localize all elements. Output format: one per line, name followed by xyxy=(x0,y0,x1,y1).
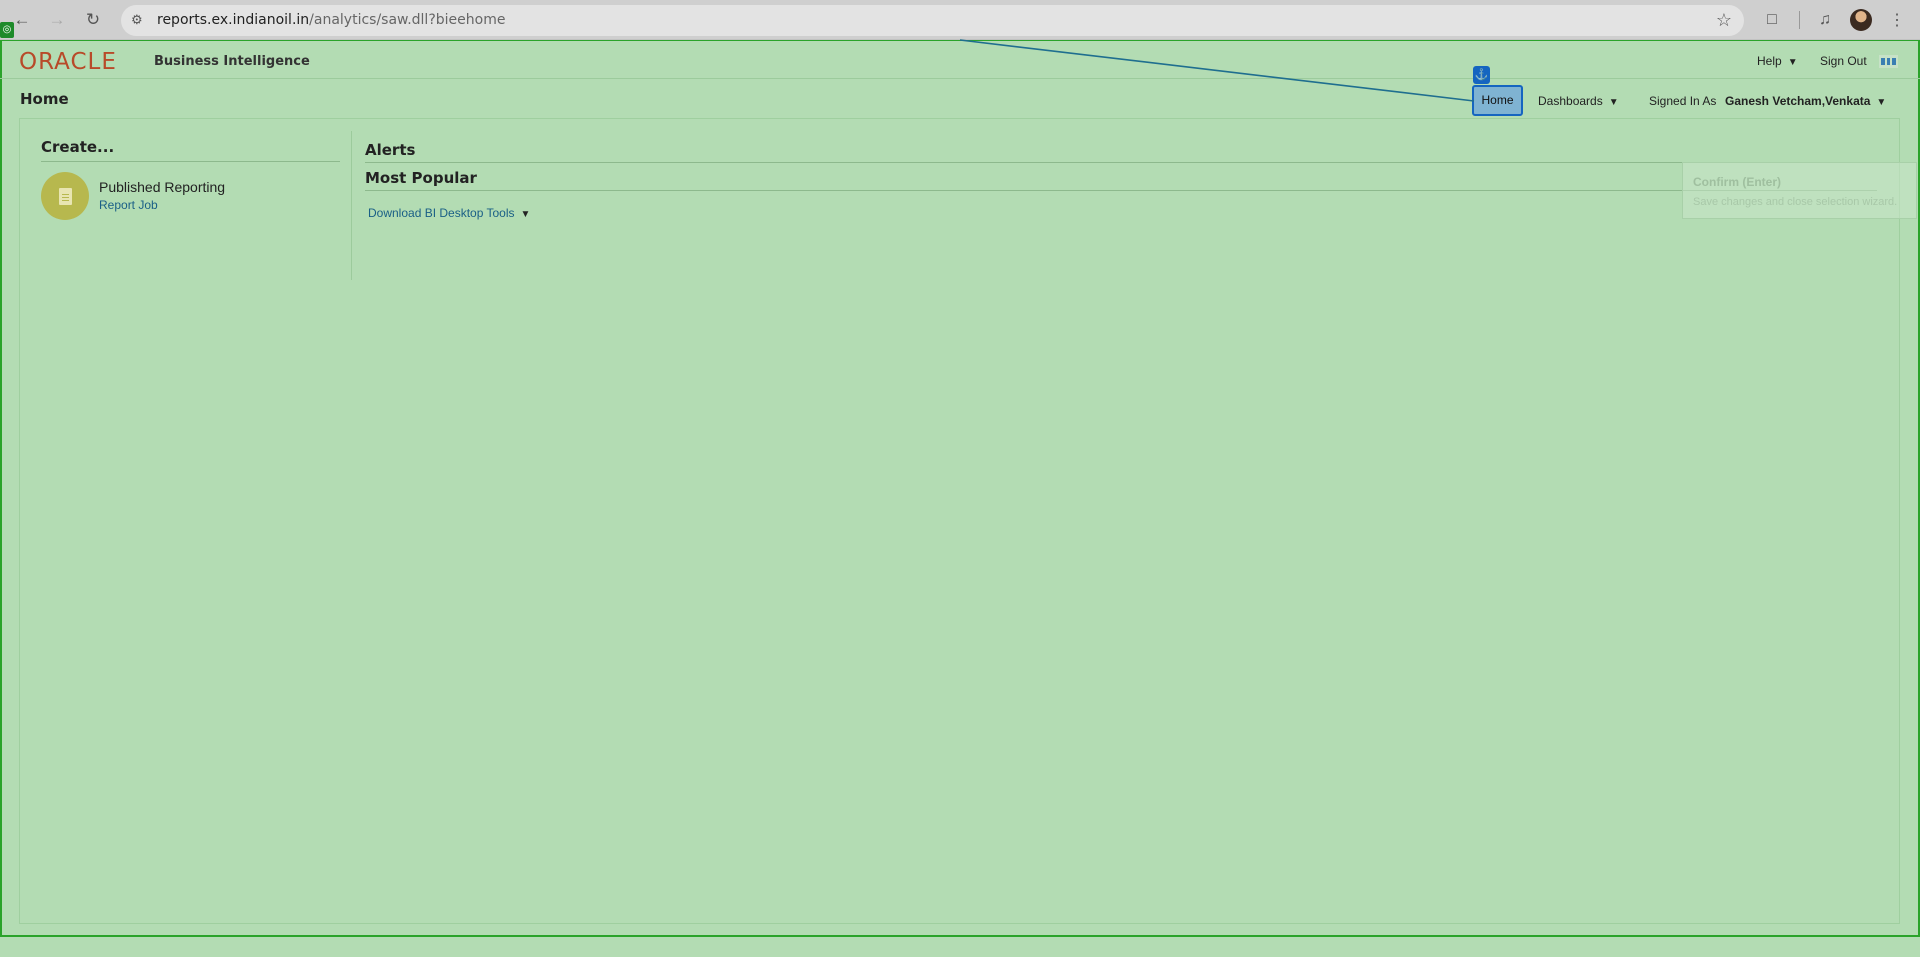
help-menu[interactable]: Help ▼ xyxy=(1757,54,1798,68)
most-popular-heading: Most Popular xyxy=(365,169,477,187)
chevron-down-icon: ▼ xyxy=(1787,57,1798,68)
url-text[interactable]: reports.ex.indianoil.in/analytics/saw.dl… xyxy=(157,12,505,28)
home-nav-button[interactable]: Home xyxy=(1472,85,1523,116)
forward-icon[interactable]: → xyxy=(45,8,69,32)
create-heading: Create... xyxy=(41,138,115,156)
anchor-icon: ⚓ xyxy=(1473,66,1490,84)
alerts-divider xyxy=(365,162,1877,163)
url-host: reports.ex.indianoil.in xyxy=(157,12,310,28)
tooltip-subtitle: Save changes and close selection wizard. xyxy=(1693,196,1898,208)
faded-tooltip: Confirm (Enter) Save changes and close s… xyxy=(1682,162,1917,219)
toolbar-divider xyxy=(1799,11,1800,29)
sign-out-link[interactable]: Sign Out xyxy=(1820,54,1867,68)
bookmark-star-icon[interactable]: ☆ xyxy=(1716,10,1732,31)
url-path: /analytics/saw.dll?bieehome xyxy=(309,12,506,28)
most-popular-divider xyxy=(365,190,1877,191)
apps-grid-icon[interactable] xyxy=(1879,55,1898,68)
dashboards-menu[interactable]: Dashboards ▼ xyxy=(1538,94,1619,108)
download-bi-tools-menu[interactable]: Download BI Desktop Tools ▼ xyxy=(368,206,530,220)
extensions-icon[interactable]: □ xyxy=(1761,9,1783,31)
home-content-panel xyxy=(19,118,1900,924)
recording-extension-icon: ◎ xyxy=(0,22,14,38)
report-job-link[interactable]: Report Job xyxy=(99,198,158,212)
profile-avatar[interactable] xyxy=(1850,9,1872,31)
chevron-down-icon: ▼ xyxy=(1608,97,1619,108)
chevron-down-icon: ▼ xyxy=(520,209,531,220)
browser-menu-icon[interactable]: ⋮ xyxy=(1886,9,1908,31)
published-reporting-title: Published Reporting xyxy=(99,179,226,195)
tooltip-title: Confirm (Enter) xyxy=(1693,175,1781,189)
document-icon xyxy=(58,187,72,205)
media-control-icon[interactable]: ♫ xyxy=(1814,9,1836,31)
product-name: Business Intelligence xyxy=(154,54,310,69)
user-name: Ganesh Vetcham,Venkata xyxy=(1725,94,1871,108)
reload-icon[interactable]: ↻ xyxy=(81,8,105,32)
help-label: Help xyxy=(1757,54,1782,68)
published-reporting-icon[interactable] xyxy=(41,172,89,220)
download-bi-tools-label: Download BI Desktop Tools xyxy=(368,206,515,220)
alerts-heading: Alerts xyxy=(365,141,416,159)
user-menu[interactable]: Ganesh Vetcham,Venkata ▼ xyxy=(1725,94,1886,108)
browser-toolbar: ← → ↻ ⚙ reports.ex.indianoil.in/analytic… xyxy=(0,0,1920,40)
oracle-logo: ORACLE xyxy=(19,49,117,75)
page-title: Home xyxy=(20,90,69,108)
signed-in-label: Signed In As xyxy=(1649,94,1717,108)
header-divider xyxy=(0,78,1920,79)
dashboards-label: Dashboards xyxy=(1538,94,1603,108)
chevron-down-icon: ▼ xyxy=(1876,97,1887,108)
create-divider xyxy=(41,161,340,162)
site-info-icon[interactable]: ⚙ xyxy=(131,12,149,28)
address-bar[interactable]: ⚙ reports.ex.indianoil.in/analytics/saw.… xyxy=(121,5,1744,36)
column-divider xyxy=(351,131,352,280)
